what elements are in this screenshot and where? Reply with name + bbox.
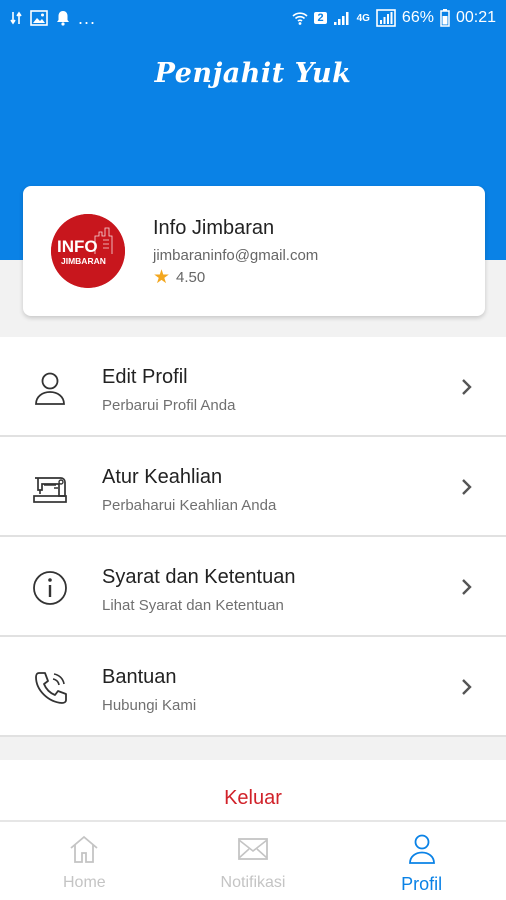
menu-title: Bantuan: [102, 666, 177, 688]
avatar: INFO JIMBARAN: [51, 214, 125, 288]
profile-email: jimbaraninfo@gmail.com: [153, 247, 319, 264]
profile-name: Info Jimbaran: [153, 217, 275, 239]
sewing-machine-icon: [33, 477, 67, 503]
menu-title: Edit Profil: [102, 366, 188, 388]
profile-menu: Edit Profil Perbarui Profil Anda Atur Ke…: [0, 337, 506, 737]
info-icon: [33, 571, 67, 605]
star-icon: ★: [153, 267, 171, 288]
nav-home[interactable]: Home: [0, 822, 169, 900]
mail-icon: [238, 838, 268, 860]
status-bar: ... 2 4G 66% 00:21: [0, 0, 506, 36]
menu-item-syarat-ketentuan[interactable]: Syarat dan Ketentuan Lihat Syarat dan Ke…: [0, 537, 506, 637]
menu-item-atur-keahlian[interactable]: Atur Keahlian Perbaharui Keahlian Anda: [0, 437, 506, 537]
bell-icon: [57, 11, 69, 26]
image-icon: [30, 10, 48, 26]
menu-subtitle: Hubungi Kami: [102, 697, 197, 714]
menu-subtitle: Perbaharui Keahlian Anda: [102, 497, 277, 514]
data-transfer-icon: [10, 11, 22, 25]
menu-title: Syarat dan Ketentuan: [102, 566, 296, 588]
nav-label: Profil: [401, 874, 443, 894]
status-bar-right: 2 4G 66% 00:21: [292, 9, 496, 27]
menu-title: Atur Keahlian: [102, 466, 223, 488]
rating-value: 4.50: [176, 269, 206, 286]
profile-rating: ★ 4.50: [153, 268, 205, 287]
user-icon: [408, 834, 435, 864]
app-title: Penjahit Yuk: [154, 58, 352, 89]
nav-profil[interactable]: Profil: [337, 822, 506, 900]
menu-item-bantuan[interactable]: Bantuan Hubungi Kami: [0, 637, 506, 737]
profile-card: INFO JIMBARAN Info Jimbaran jimbaraninfo…: [23, 186, 485, 316]
more-notifications-icon: ...: [78, 7, 97, 28]
sim-badge: 2: [314, 12, 327, 24]
status-bar-left: ...: [10, 8, 96, 29]
avatar-text-bottom: JIMBARAN: [61, 256, 106, 266]
nav-notifikasi[interactable]: Notifikasi: [169, 822, 338, 900]
logout-button[interactable]: Keluar: [0, 760, 506, 820]
chevron-right-icon: [462, 479, 472, 495]
signal-icon: [333, 12, 349, 25]
chevron-right-icon: [462, 379, 472, 395]
menu-subtitle: Lihat Syarat dan Ketentuan: [102, 597, 284, 614]
network-type: 4G: [356, 12, 370, 24]
menu-item-edit-profil[interactable]: Edit Profil Perbarui Profil Anda: [0, 337, 506, 437]
chevron-right-icon: [462, 679, 472, 695]
phone-icon: [35, 672, 67, 704]
battery-icon: [440, 9, 450, 27]
nav-label: Home: [62, 874, 106, 891]
menu-subtitle: Perbarui Profil Anda: [102, 397, 236, 414]
avatar-text-top: INFO: [57, 237, 98, 256]
cell-signal-icon: [376, 9, 396, 27]
info-jimbaran-logo: INFO JIMBARAN: [51, 214, 125, 288]
battery-percent: 66%: [401, 9, 434, 26]
nav-label: Notifikasi: [220, 874, 286, 891]
user-icon: [35, 372, 65, 405]
home-icon: [70, 835, 98, 863]
wifi-icon: [292, 12, 309, 25]
logout-label: Keluar: [224, 786, 282, 809]
clock: 00:21: [455, 9, 496, 26]
chevron-right-icon: [462, 579, 472, 595]
bottom-navigation: Home Notifikasi Profil: [0, 820, 506, 900]
